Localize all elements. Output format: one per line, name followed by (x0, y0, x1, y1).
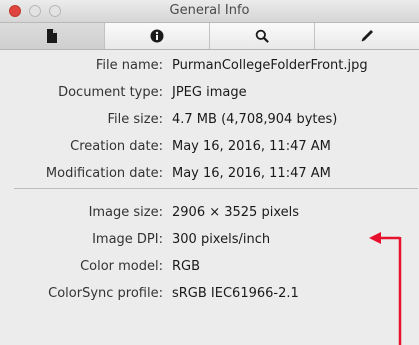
red-callout-arrow (369, 232, 402, 345)
info-window: General Info File name: PurmanCollegeFol… (0, 0, 419, 345)
